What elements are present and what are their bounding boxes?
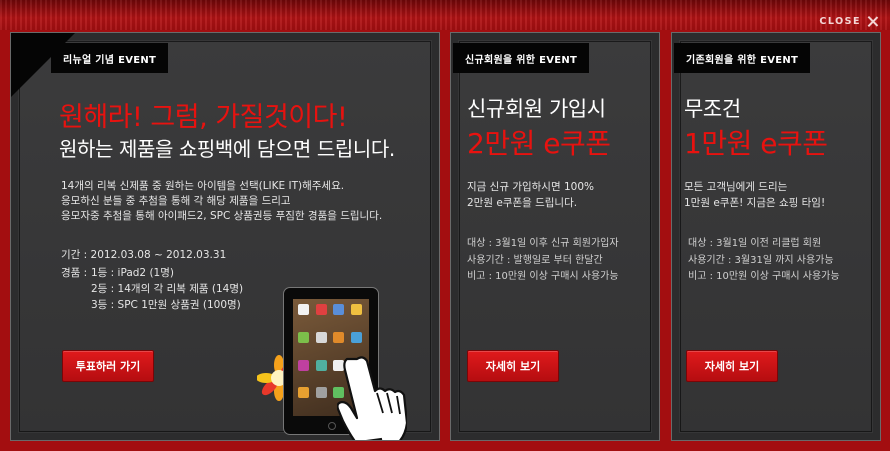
event-badge: 기존회원을 위한 EVENT bbox=[674, 43, 811, 73]
detail-line: 사용기간 : 3월31일 까지 사용가능 bbox=[688, 254, 834, 266]
desc-line: 응모하신 분들 중 추첨을 통해 각 해당 제품을 드리고 bbox=[61, 195, 291, 207]
event-badge-label: 리뉴얼 기념 EVENT bbox=[63, 54, 157, 66]
detail-line: 대상 : 3월1일 이후 신규 회원가입자 bbox=[467, 238, 619, 249]
detail-line: 비고 : 10만원 이상 구매시 사용가능 bbox=[467, 271, 619, 282]
headline-red: 2만원 e쿠폰 bbox=[467, 127, 611, 160]
event-details: 대상 : 3월1일 이후 신규 회원가입자 사용기간 : 발행일로 부터 한달간… bbox=[467, 236, 619, 286]
desc-line: 1만원 e쿠폰! 지금은 쇼핑 타임! bbox=[684, 197, 826, 209]
desc-line: 2만원 e쿠폰을 드립니다. bbox=[467, 197, 578, 209]
desc-line: 지금 신규 가입하시면 100% bbox=[467, 181, 594, 193]
event-details: 대상 : 3월1일 이전 리클럽 회원 사용기간 : 3월31일 까지 사용가능… bbox=[688, 236, 840, 286]
event-badge-label: 신규회원을 위한 EVENT bbox=[465, 54, 578, 66]
prizes-label: 경품 : bbox=[61, 267, 88, 279]
prize-item: 2등 : 14개의 각 리복 제품 (14명) bbox=[91, 283, 244, 295]
vote-button[interactable]: 투표하러 가기 bbox=[62, 350, 154, 382]
event-badge-label: 기존회원을 위한 EVENT bbox=[686, 54, 799, 66]
detail-line: 비고 : 10만원 이상 구매시 사용가능 bbox=[688, 271, 840, 282]
existing-member-event-panel: 기존회원을 위한 EVENT 무조건 1만원 e쿠폰 모든 고객님에게 드리는 … bbox=[671, 32, 881, 441]
event-badge: 리뉴얼 기념 EVENT bbox=[51, 43, 169, 73]
event-description: 모든 고객님에게 드리는 1만원 e쿠폰! 지금은 쇼핑 타임! bbox=[684, 179, 825, 211]
event-description: 14개의 리복 신제품 중 원하는 아이템을 선택(LIKE IT)해주세요. … bbox=[61, 178, 382, 224]
pointing-hand-icon bbox=[337, 356, 407, 440]
event-badge: 신규회원을 위한 EVENT bbox=[453, 43, 590, 73]
detail-line: 대상 : 3월1일 이전 리클럽 회원 bbox=[688, 238, 822, 249]
renewal-event-panel: 리뉴얼 기념 EVENT 원해라! 그럼, 가질것이다! 원하는 제품을 쇼핑백… bbox=[10, 32, 440, 441]
prize-item: 1등 : iPad2 (1명) bbox=[91, 267, 174, 279]
top-stripe-banner bbox=[0, 0, 890, 30]
desc-line: 14개의 리복 신제품 중 원하는 아이템을 선택(LIKE IT)해주세요. bbox=[61, 180, 345, 192]
headline-white: 무조건 bbox=[684, 97, 741, 121]
headline-red: 1만원 e쿠폰 bbox=[684, 127, 828, 160]
prize-list: 1등 : iPad2 (1명) 2등 : 14개의 각 리복 제품 (14명) … bbox=[91, 265, 243, 313]
event-description: 지금 신규 가입하시면 100% 2만원 e쿠폰을 드립니다. bbox=[467, 179, 594, 211]
close-icon bbox=[867, 16, 878, 27]
view-details-button[interactable]: 자세히 보기 bbox=[686, 350, 778, 382]
headline-white: 신규회원 가입시 bbox=[467, 97, 606, 121]
close-button[interactable]: CLOSE bbox=[819, 14, 878, 28]
ipad-home-button-icon bbox=[328, 422, 336, 430]
desc-line: 응모자중 추첨을 통해 아이패드2, SPC 상품권등 푸짐한 경품을 드립니다… bbox=[61, 210, 383, 222]
prize-item: 3등 : SPC 1만원 상품권 (100명) bbox=[91, 299, 241, 311]
view-details-button[interactable]: 자세히 보기 bbox=[467, 350, 559, 382]
headline-red: 원해라! 그럼, 가질것이다! bbox=[59, 102, 348, 133]
event-period: 기간 : 2012.03.08 ~ 2012.03.31 bbox=[61, 249, 227, 261]
new-member-event-panel: 신규회원을 위한 EVENT 신규회원 가입시 2만원 e쿠폰 지금 신규 가입… bbox=[450, 32, 660, 441]
detail-line: 사용기간 : 발행일로 부터 한달간 bbox=[467, 254, 603, 266]
headline-white: 원하는 제품을 쇼핑백에 담으면 드립니다. bbox=[59, 137, 395, 161]
desc-line: 모든 고객님에게 드리는 bbox=[684, 181, 788, 193]
close-label: CLOSE bbox=[819, 15, 861, 27]
